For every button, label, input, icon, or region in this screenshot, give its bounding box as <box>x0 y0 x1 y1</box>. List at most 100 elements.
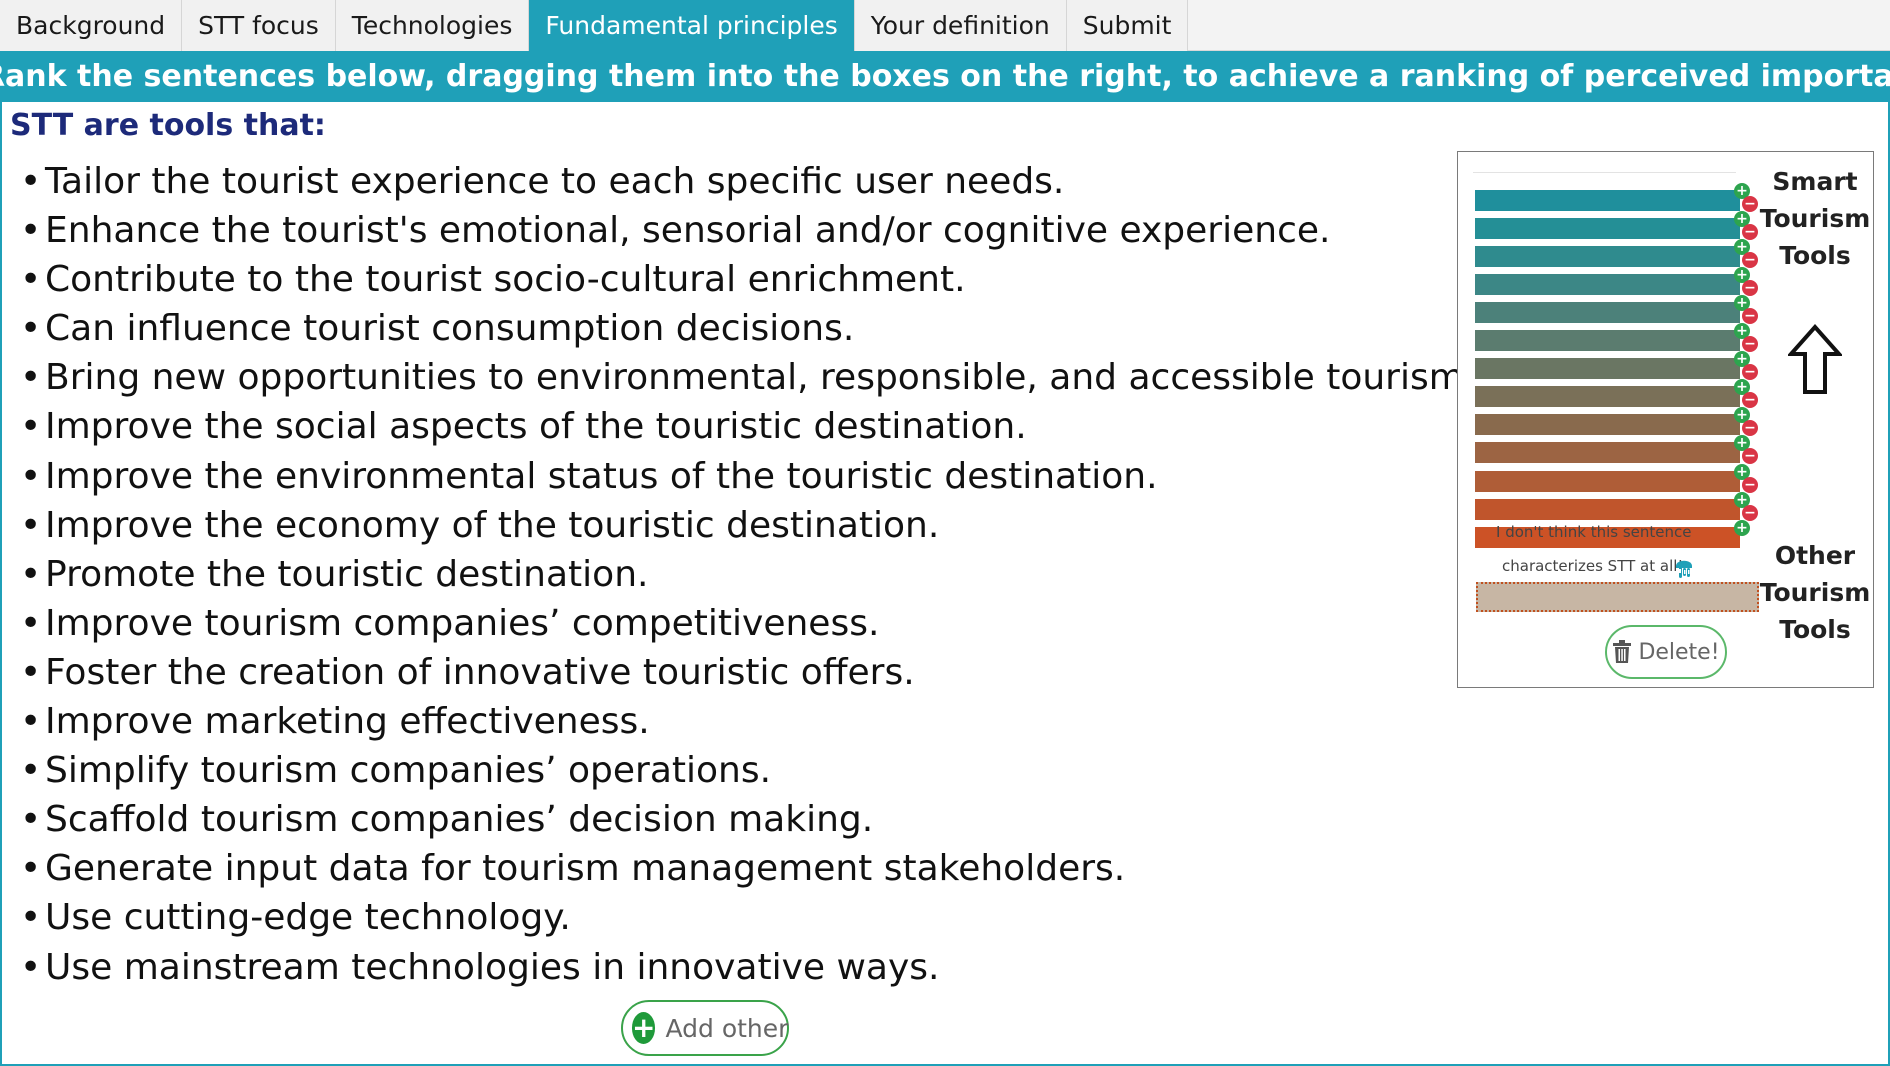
sentence-text: Scaffold tourism companies’ decision mak… <box>45 799 874 841</box>
sentence-item[interactable]: • Can influence tourist consumption decis… <box>20 304 1475 353</box>
hand-pointer-icon <box>1676 560 1692 578</box>
reject-drop-box[interactable] <box>1476 582 1759 612</box>
sentence-item[interactable]: • Bring new opportunities to environmenta… <box>20 353 1475 402</box>
tab-fundamental-principles[interactable]: Fundamental principles <box>529 0 855 51</box>
sentence-text: Tailor the tourist experience to each sp… <box>45 161 1065 202</box>
sentence-text: Promote the touristic destination. <box>45 553 649 595</box>
ranking-slot[interactable] <box>1475 302 1740 324</box>
sentence-text: Use cutting-edge technology. <box>45 897 571 939</box>
tab-your-definition[interactable]: Your definition <box>854 0 1067 51</box>
bottom-rank-label-line: Tourism <box>1759 578 1871 607</box>
add-other-button[interactable]: + Add other <box>621 1000 789 1056</box>
bullet-icon: • <box>20 259 42 301</box>
delete-label: Delete! <box>1638 639 1720 665</box>
ranking-slot[interactable] <box>1475 190 1740 211</box>
bullet-icon: • <box>20 897 42 939</box>
bullet-icon: • <box>20 946 42 988</box>
bullet-icon: • <box>20 553 42 595</box>
minus-icon[interactable]: − <box>1742 420 1758 437</box>
plus-circle-icon: + <box>632 1011 656 1044</box>
sentence-item[interactable]: • Scaffold tourism companies’ decision ma… <box>20 795 1475 844</box>
sentence-text: Improve marketing effectiveness. <box>45 701 650 743</box>
ranking-slot[interactable] <box>1475 218 1740 240</box>
ranking-slot[interactable] <box>1475 386 1740 408</box>
ranking-slot[interactable] <box>1475 414 1740 436</box>
up-arrow-icon <box>1788 324 1842 394</box>
sentence-item[interactable]: • Foster the creation of innovative touri… <box>20 648 1475 697</box>
ranking-slot[interactable] <box>1475 246 1740 268</box>
ranking-top-line <box>1473 172 1736 173</box>
sentence-item[interactable]: • Use mainstream technologies in innovati… <box>20 943 1475 992</box>
sentence-text: Enhance the tourist's emotional, sensori… <box>45 210 1331 252</box>
bullet-icon: • <box>20 750 42 792</box>
sentence-text: Simplify tourism companies’ operations. <box>45 750 772 792</box>
bullet-icon: • <box>20 504 42 546</box>
bullet-icon: • <box>20 161 42 202</box>
trash-icon <box>1613 640 1632 663</box>
ranking-slot[interactable] <box>1475 442 1740 464</box>
bullet-icon: • <box>20 357 42 399</box>
sentence-text: Contribute to the tourist socio-cultural… <box>45 259 966 301</box>
ranking-slot[interactable] <box>1475 470 1740 492</box>
bullet-icon: • <box>20 308 42 350</box>
sentence-text: Improve the social aspects of the touris… <box>45 406 1027 448</box>
tab-background[interactable]: Background <box>0 0 183 51</box>
minus-icon[interactable]: − <box>1742 476 1758 493</box>
top-rank-label: Smart Tourism Tools <box>1756 163 1874 274</box>
tab-submit[interactable]: Submit <box>1066 0 1189 51</box>
bullet-icon: • <box>20 210 42 252</box>
bullet-icon: • <box>20 651 42 693</box>
bullet-icon: • <box>20 848 42 890</box>
bottom-rank-label-line: Tools <box>1779 615 1851 644</box>
sentence-item[interactable]: • Improve the environmental status of the… <box>20 452 1475 501</box>
section-subtitle: STT are tools that: <box>10 108 326 143</box>
sentence-item[interactable]: • Simplify tourism companies’ operations. <box>20 746 1475 795</box>
minus-icon[interactable]: − <box>1742 336 1758 353</box>
sentence-text: Bring new opportunities to environmental… <box>45 357 1476 399</box>
tab-technologies[interactable]: Technologies <box>335 0 530 51</box>
reject-hint-line: characterizes STT at all! <box>1502 557 1684 575</box>
minus-icon[interactable]: − <box>1742 308 1758 325</box>
sentence-item[interactable]: • Enhance the tourist's emotional, sensor… <box>20 206 1475 255</box>
sentence-text: Generate input data for tourism manageme… <box>45 848 1126 890</box>
sentence-text: Foster the creation of innovative touris… <box>45 651 915 693</box>
minus-icon[interactable]: − <box>1742 280 1758 297</box>
ranking-slot[interactable] <box>1475 274 1740 296</box>
delete-button[interactable]: Delete! <box>1605 625 1727 679</box>
sentence-text: Improve tourism companies’ competitivene… <box>45 602 880 644</box>
reject-hint-line: I don't think this sentence <box>1496 523 1692 541</box>
sentence-text: Use mainstream technologies in innovativ… <box>45 946 940 988</box>
sentence-item[interactable]: • Generate input data for tourism managem… <box>20 844 1475 893</box>
tab-stt-focus[interactable]: STT focus <box>182 0 336 51</box>
bottom-rank-label: Other Tourism Tools <box>1756 537 1874 648</box>
ranking-panel: + − + − + − + − + − + − + − + − + − + − + − + − + Smart Tourism … <box>1457 151 1874 688</box>
sentence-item[interactable]: • Tailor the tourist experience to each s… <box>20 157 1475 206</box>
sentence-item[interactable]: • Improve marketing effectiveness. <box>20 697 1475 746</box>
sentence-text: Improve the environmental status of the … <box>45 455 1158 497</box>
add-other-label: Add other <box>665 1013 789 1043</box>
bullet-icon: • <box>20 701 42 743</box>
ranking-slot[interactable] <box>1475 330 1740 352</box>
tab-bar: Background STT focus Technologies Fundam… <box>0 0 1890 51</box>
sentence-item[interactable]: • Contribute to the tourist socio-cultura… <box>20 255 1475 304</box>
top-rank-label-line: Tourism <box>1759 204 1871 233</box>
sentence-text: Can influence tourist consumption decisi… <box>45 308 855 350</box>
ranking-slot[interactable] <box>1475 498 1740 520</box>
sentence-item[interactable]: • Use cutting-edge technology. <box>20 893 1475 942</box>
top-rank-label-line: Smart <box>1772 167 1858 196</box>
bullet-icon: • <box>20 799 42 841</box>
minus-icon[interactable]: − <box>1742 448 1758 465</box>
sentence-item[interactable]: • Improve the social aspects of the touri… <box>20 402 1475 451</box>
sentence-item[interactable]: • Improve the economy of the touristic de… <box>20 501 1475 550</box>
sentence-item[interactable]: • Promote the touristic destination. <box>20 550 1475 599</box>
bullet-icon: • <box>20 455 42 497</box>
minus-icon[interactable]: − <box>1742 504 1758 521</box>
ranking-slot[interactable] <box>1475 358 1740 380</box>
bottom-rank-label-line: Other <box>1774 541 1856 570</box>
minus-icon[interactable]: − <box>1742 392 1758 409</box>
bullet-icon: • <box>20 406 42 448</box>
sentence-list: • Tailor the tourist experience to each s… <box>20 157 1475 992</box>
sentence-item[interactable]: • Improve tourism companies’ competitiven… <box>20 599 1475 648</box>
top-rank-label-line: Tools <box>1779 241 1851 270</box>
minus-icon[interactable]: − <box>1742 364 1758 381</box>
